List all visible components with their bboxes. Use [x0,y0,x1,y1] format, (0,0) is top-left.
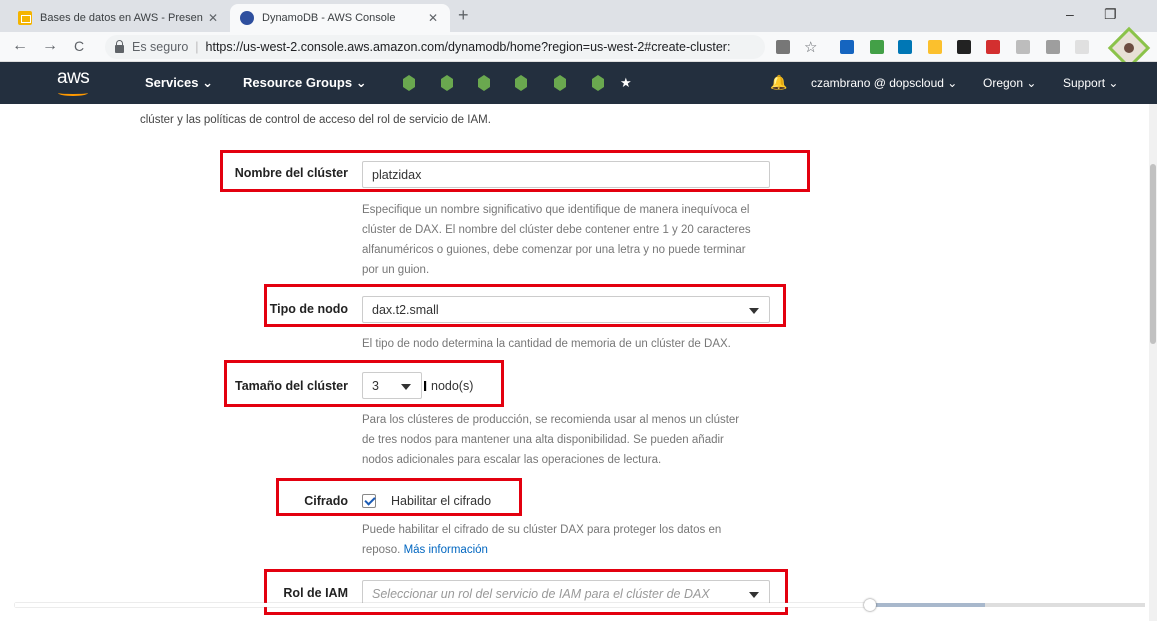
cluster-name-help: Especifique un nombre significativo que … [362,200,782,280]
help-line: nodos adicionales para escalar las opera… [362,454,662,466]
support-menu[interactable]: Support ⌄ [1063,76,1118,90]
iam-role-label: Rol de IAM [283,586,348,600]
service-shortcut-icon[interactable] [515,75,527,91]
tab-bases-de-datos[interactable]: Bases de datos en AWS - Presen ✕ [8,4,230,32]
resource-groups-menu[interactable]: Resource Groups ⌄ [243,75,367,91]
video-played [15,603,870,607]
service-shortcut-icon[interactable] [592,75,604,91]
close-icon[interactable]: ✕ [206,11,220,25]
account-menu[interactable]: czambrano @ dopscloud ⌄ [811,76,957,90]
more-info-link[interactable]: Más información [404,544,488,556]
browser-tab-strip: Bases de datos en AWS - Presen ✕ DynamoD… [0,0,1157,32]
service-shortcut-icon[interactable] [403,75,415,91]
help-line: Especifique un nombre significativo que … [362,204,750,216]
extension-icon[interactable] [1075,40,1089,54]
pin-star-icon[interactable]: ★ [620,75,632,91]
bell-icon[interactable]: 🔔 [770,74,787,91]
aws-logo[interactable]: aws [57,67,90,96]
secure-label: Es seguro [132,40,189,54]
browser-toolbar: ← → C Es seguro | https://us-west-2.cons… [0,32,1157,62]
cluster-size-select[interactable]: 3 [362,372,422,399]
encryption-checkbox[interactable] [362,494,376,508]
node-type-help: El tipo de nodo determina la cantidad de… [362,338,731,350]
page-scrollbar[interactable] [1149,104,1157,621]
drive-icon[interactable] [928,40,942,54]
encryption-checkbox-label[interactable]: Habilitar el cifrado [391,494,491,508]
close-icon[interactable]: ✕ [426,11,440,25]
extension-icon[interactable] [986,40,1000,54]
tab-title: DynamoDB - AWS Console [262,12,396,24]
slides-icon [18,11,32,25]
region-menu[interactable]: Oregon ⌄ [983,76,1036,90]
help-line: de tres nodos para mantener una alta dis… [362,434,724,446]
extension-icon[interactable] [1016,40,1030,54]
cluster-size-help: Para los clústeres de producción, se rec… [362,410,782,470]
restore-button[interactable]: ❐ [1104,6,1117,23]
help-line: clúster de DAX. El nombre del clúster de… [362,224,751,236]
help-line: reposo. [362,544,401,556]
video-buffer [873,603,985,607]
lock-icon [115,40,124,53]
extension-icon[interactable] [1046,40,1060,54]
node-type-label: Tipo de nodo [269,302,348,316]
linkedin-icon[interactable] [898,40,912,54]
bookmark-star-icon[interactable]: ☆ [804,38,817,56]
back-button[interactable]: ← [12,37,28,55]
intro-text: clúster y las políticas de control de ac… [140,114,491,126]
help-line: Para los clústeres de producción, se rec… [362,414,740,426]
reload-button[interactable]: C [74,38,84,54]
service-shortcut-icon[interactable] [478,75,490,91]
address-bar[interactable]: Es seguro | https://us-west-2.console.aw… [105,35,765,59]
cluster-size-label: Tamaño del clúster [235,379,348,393]
aws-nav-bar: aws Services ⌄ Resource Groups ⌄ ★ 🔔 cza… [0,62,1157,104]
node-type-select[interactable]: dax.t2.small [362,296,770,323]
encryption-label: Cifrado [304,494,348,508]
help-line: alfanuméricos o guiones, debe comenzar p… [362,244,746,256]
text-cursor-icon: I [423,378,428,395]
cluster-name-input[interactable]: platzidax [362,161,770,188]
scrollbar-thumb[interactable] [1150,164,1156,344]
dynamodb-icon [240,11,254,25]
video-scrubber-handle[interactable] [864,599,876,611]
translate-icon[interactable] [776,40,790,54]
cluster-name-label: Nombre del clúster [234,166,348,180]
tab-dynamodb[interactable]: DynamoDB - AWS Console ✕ [230,4,450,32]
video-progress-bar[interactable] [15,599,1145,611]
services-menu[interactable]: Services ⌄ [145,75,213,91]
extension-icon[interactable] [840,40,854,54]
forward-button[interactable]: → [42,37,58,55]
minimize-button[interactable]: – [1066,6,1074,22]
url-text: https://us-west-2.console.aws.amazon.com… [205,40,731,54]
encryption-help: Puede habilitar el cifrado de su clúster… [362,520,782,560]
service-shortcut-icon[interactable] [441,75,453,91]
cluster-size-suffix: nodo(s) [431,379,474,393]
aws-smile-icon [58,90,88,96]
url-separator: | [195,40,199,54]
new-tab-button[interactable]: + [458,5,469,26]
help-line: Puede habilitar el cifrado de su clúster… [362,524,722,536]
help-line: por un guion. [362,264,430,276]
extension-icon[interactable] [870,40,884,54]
tab-title: Bases de datos en AWS - Presen [40,12,203,24]
amazon-icon[interactable] [957,40,971,54]
create-cluster-form: clúster y las políticas de control de ac… [0,104,1149,621]
aws-logo-text: aws [57,67,90,88]
service-shortcut-icon[interactable] [554,75,566,91]
